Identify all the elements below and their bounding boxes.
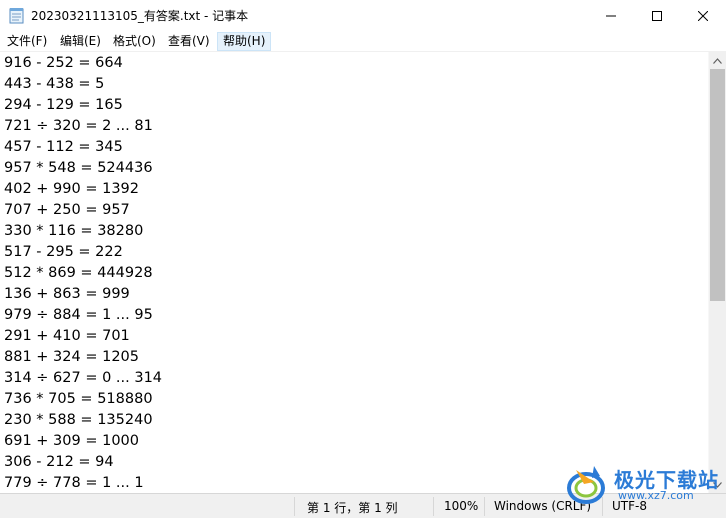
minimize-icon (606, 15, 616, 16)
text-line: 512 * 869 = 444928 (4, 265, 153, 281)
text-line: 517 - 295 = 222 (4, 244, 123, 260)
text-line: 707 + 250 = 957 (4, 202, 130, 218)
text-area[interactable]: 916 - 252 = 664 443 - 438 = 5 294 - 129 … (0, 52, 708, 493)
notepad-icon (9, 8, 24, 24)
text-line: 291 + 410 = 701 (4, 328, 130, 344)
menu-file[interactable]: 文件(F) (2, 32, 52, 51)
text-line: 916 - 252 = 664 (4, 55, 123, 71)
minimize-button[interactable] (588, 0, 634, 31)
scroll-up-button[interactable] (709, 52, 726, 69)
menu-bar: 文件(F) 编辑(E) 格式(O) 查看(V) 帮助(H) (0, 31, 726, 51)
chevron-down-icon (713, 481, 722, 488)
status-cursor-position: 第 1 行，第 1 列 (307, 501, 398, 515)
text-line: 779 ÷ 778 = 1 ... 1 (4, 475, 144, 491)
status-divider (602, 497, 603, 516)
scroll-thumb[interactable] (710, 69, 725, 301)
title-bar[interactable]: 20230321113105_有答案.txt - 记事本 (0, 0, 726, 31)
text-line: 457 - 112 = 345 (4, 139, 123, 155)
text-line: 314 ÷ 627 = 0 ... 314 (4, 370, 163, 386)
chevron-up-icon (713, 57, 722, 64)
text-line: 136 + 863 = 999 (4, 286, 130, 302)
text-line: 230 * 588 = 135240 (4, 412, 153, 428)
close-button[interactable] (680, 0, 726, 31)
menu-format[interactable]: 格式(O) (108, 32, 161, 51)
text-line: 402 + 990 = 1392 (4, 181, 139, 197)
text-line: 881 + 324 = 1205 (4, 349, 139, 365)
vertical-scrollbar[interactable] (708, 52, 726, 493)
text-line: 330 * 116 = 38280 (4, 223, 144, 239)
close-icon (698, 10, 708, 21)
editor: 916 - 252 = 664 443 - 438 = 5 294 - 129 … (0, 51, 726, 493)
text-line: 306 - 212 = 94 (4, 454, 114, 470)
text-line: 721 ÷ 320 = 2 ... 81 (4, 118, 153, 134)
text-line: 294 - 129 = 165 (4, 97, 123, 113)
menu-edit[interactable]: 编辑(E) (55, 32, 106, 51)
status-line-ending: Windows (CRLF) (494, 499, 592, 513)
maximize-icon (652, 10, 662, 21)
status-encoding: UTF-8 (612, 499, 647, 513)
status-bar: 第 1 行，第 1 列 100% Windows (CRLF) UTF-8 (0, 493, 726, 518)
text-line: 736 * 705 = 518880 (4, 391, 153, 407)
status-divider (294, 497, 295, 516)
maximize-button[interactable] (634, 0, 680, 31)
scroll-down-button[interactable] (709, 476, 726, 493)
text-line: 443 - 438 = 5 (4, 76, 105, 92)
status-divider (433, 497, 434, 516)
text-line: 979 ÷ 884 = 1 ... 95 (4, 307, 153, 323)
text-line: 957 * 548 = 524436 (4, 160, 153, 176)
menu-help[interactable]: 帮助(H) (217, 32, 272, 51)
window-title: 20230321113105_有答案.txt - 记事本 (31, 9, 249, 23)
status-zoom: 100% (444, 499, 479, 513)
text-line: 691 + 309 = 1000 (4, 433, 139, 449)
status-divider (484, 497, 485, 516)
menu-view[interactable]: 查看(V) (163, 32, 215, 51)
